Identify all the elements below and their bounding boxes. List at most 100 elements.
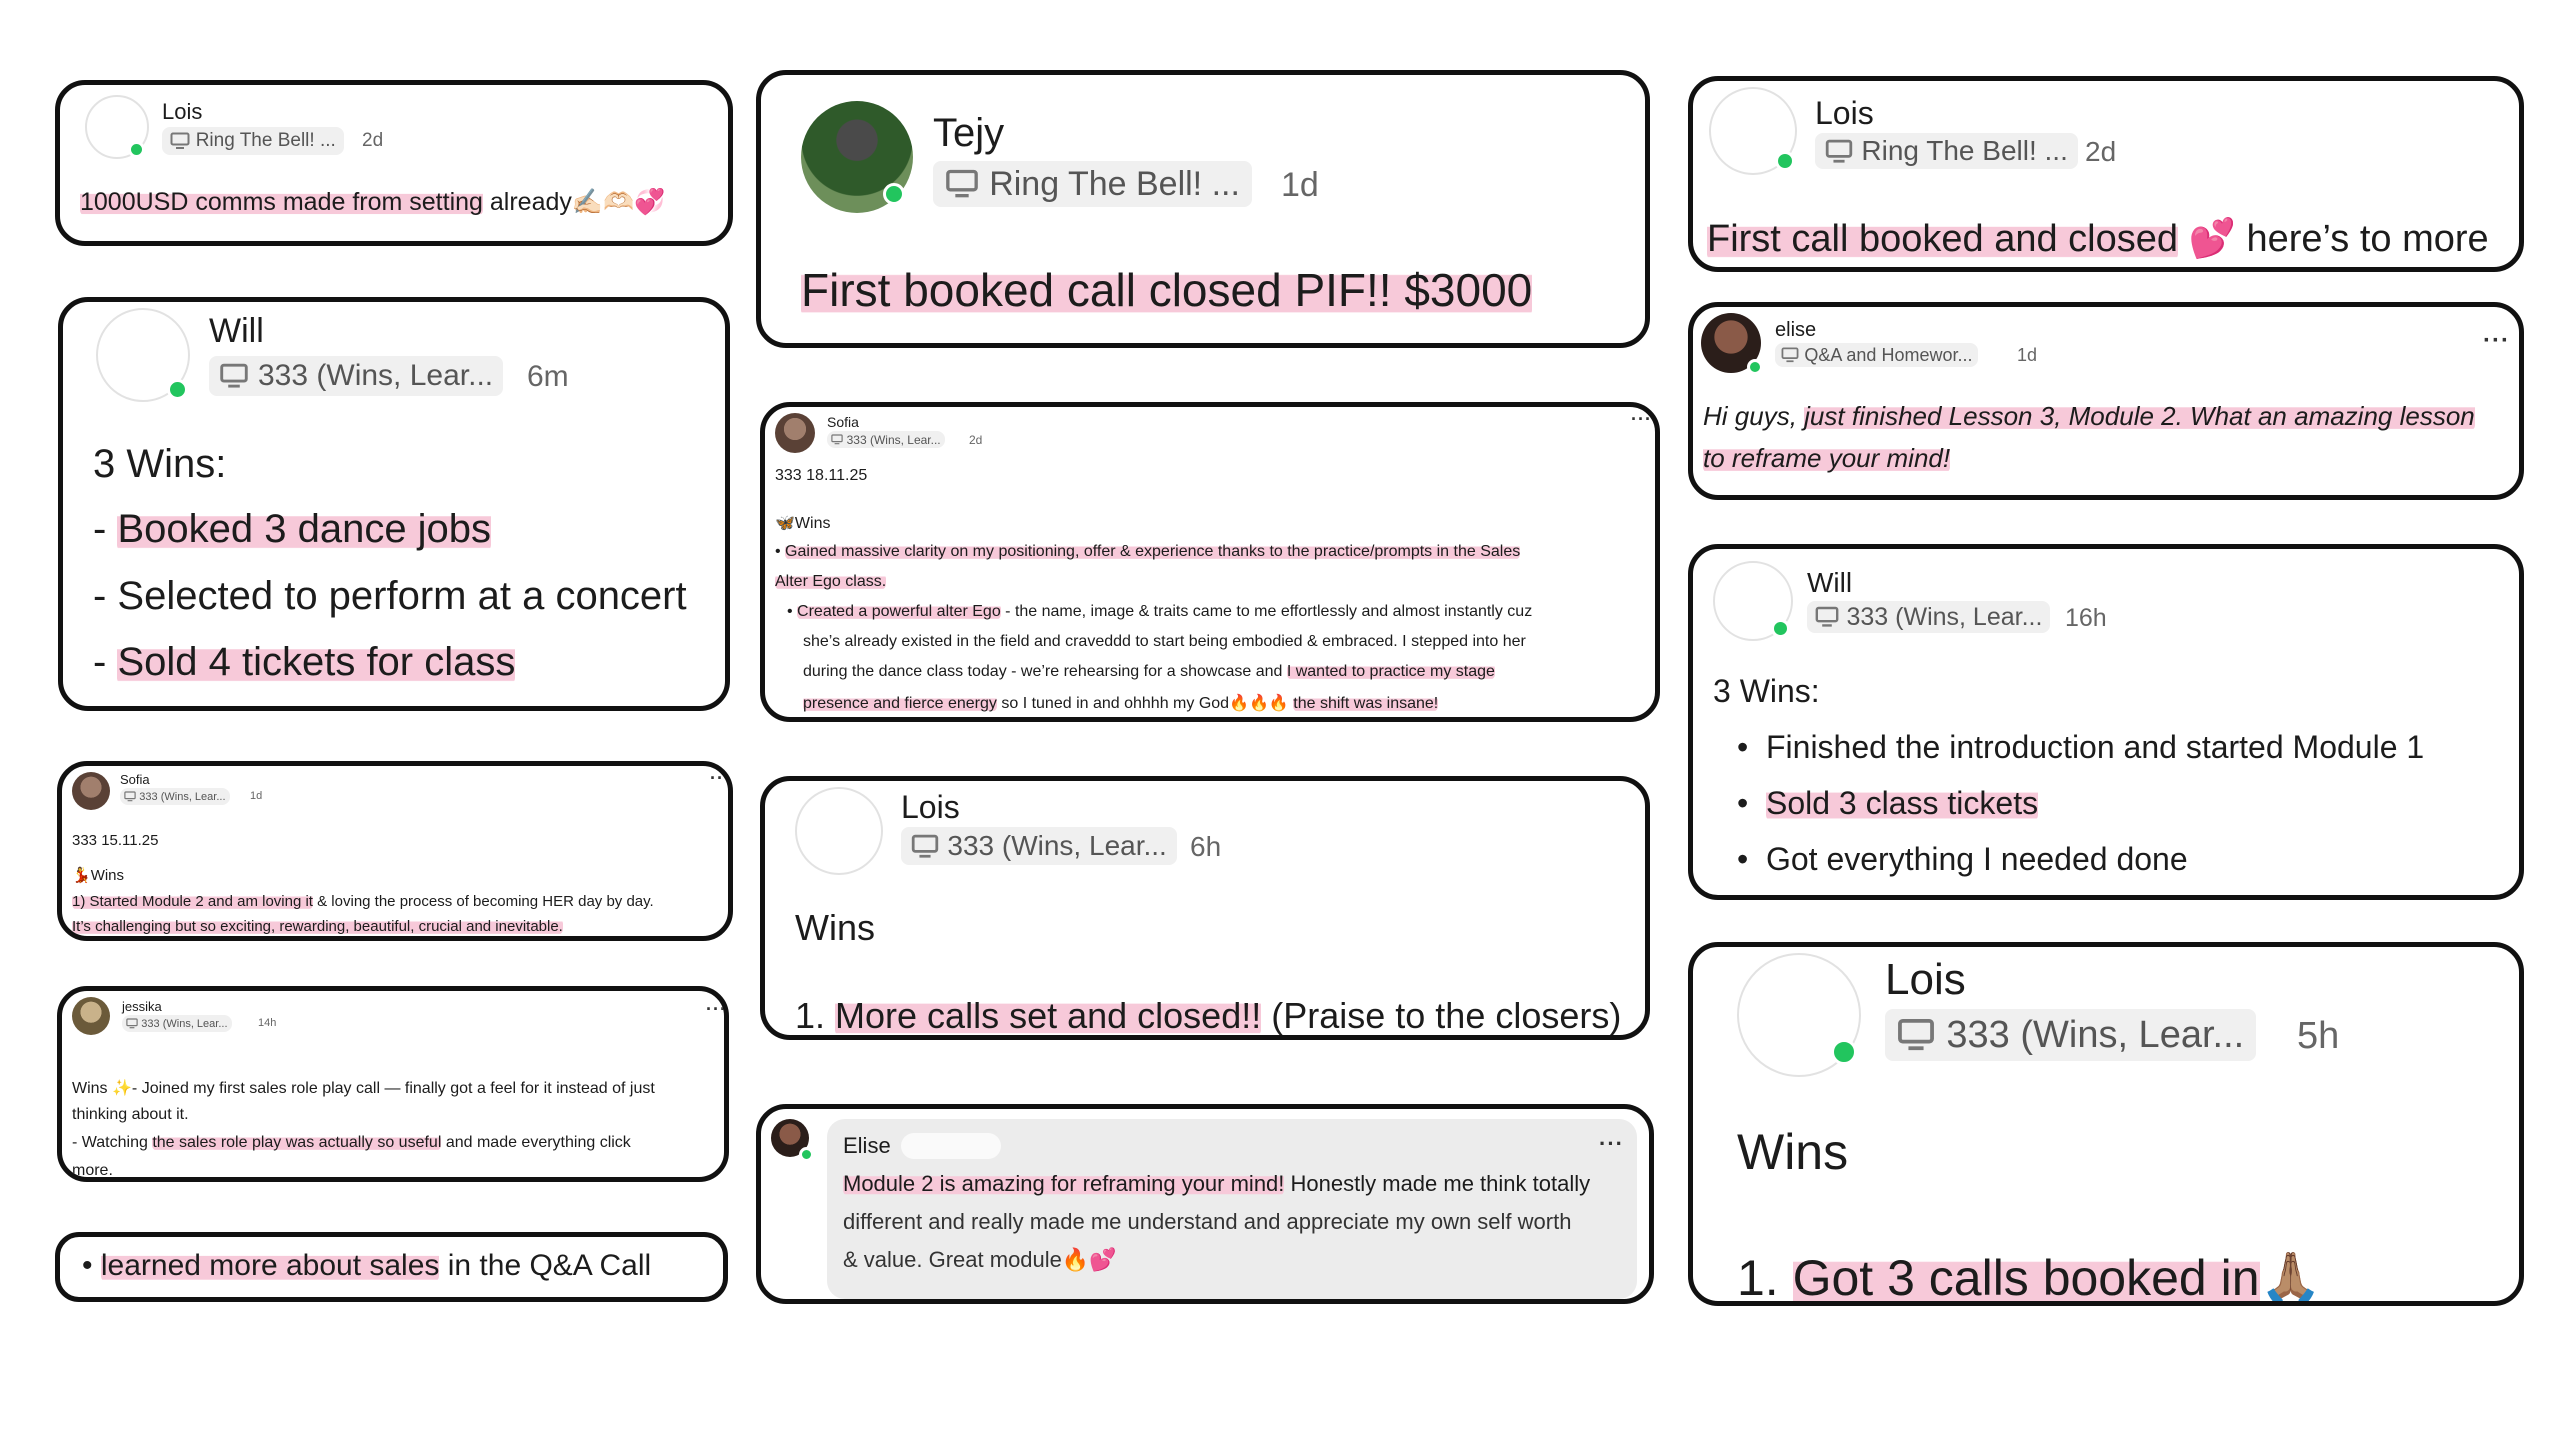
post-age: 1d bbox=[1281, 166, 1319, 204]
channel-name: Ring The Bell! ... bbox=[989, 164, 1240, 203]
comment-line-1: Module 2 is amazing for reframing your m… bbox=[843, 1171, 1591, 1196]
channel-chip[interactable]: 333 (Wins, Lear... bbox=[901, 827, 1177, 865]
more-options-icon[interactable]: ··· bbox=[1631, 409, 1652, 430]
avatar[interactable] bbox=[72, 772, 110, 810]
win-line-1: 1. Got 3 calls booked in🙏🏽 bbox=[1737, 1250, 2322, 1306]
more-options-icon[interactable]: ··· bbox=[706, 999, 724, 1020]
post-text-line-4: she’s already existed in the field and c… bbox=[803, 633, 1526, 650]
avatar[interactable] bbox=[795, 787, 883, 875]
channel-name: Ring The Bell! ... bbox=[1861, 135, 2068, 166]
post-age: 2d bbox=[969, 433, 983, 447]
post-title: Wins bbox=[1737, 1124, 1849, 1180]
author-name[interactable]: Will bbox=[209, 312, 264, 351]
post-age: 6m bbox=[527, 360, 569, 393]
channel-name: Q&A and Homewor... bbox=[1804, 344, 1973, 365]
post-text-line-4: more. bbox=[72, 1162, 113, 1179]
bullet-line-2: • Sold 3 class tickets bbox=[1737, 785, 2039, 821]
post-card-sofia-18-11[interactable]: Sofia 333 (Wins, Lear... 2d ··· 333 18.1… bbox=[760, 402, 1660, 722]
post-age: 2d bbox=[362, 130, 384, 151]
post-card-lois-ring-bell[interactable]: Lois Ring The Bell! ... 2d 1000USD comms… bbox=[55, 80, 733, 246]
author-name[interactable]: Lois bbox=[162, 99, 202, 125]
post-age: 1d bbox=[2017, 345, 2038, 365]
win-line-1: - Booked 3 dance jobs bbox=[93, 507, 492, 551]
avatar[interactable] bbox=[72, 997, 110, 1035]
post-card-lois-5h[interactable]: Lois 333 (Wins, Lear... 5h Wins 1. Got 3… bbox=[1688, 942, 2524, 1306]
author-name[interactable]: Sofia bbox=[827, 414, 859, 430]
author-name[interactable]: Will bbox=[1807, 567, 1852, 599]
post-text-line-2: to reframe your mind! bbox=[1703, 443, 1951, 473]
emoji: 🙏🏽 bbox=[2259, 1250, 2322, 1306]
post-text: 1000USD comms made from setting already✍… bbox=[80, 188, 666, 216]
online-status-icon bbox=[883, 183, 905, 205]
post-card-lois-first-call[interactable]: Lois Ring The Bell! ... 2d First call bo… bbox=[1688, 76, 2524, 272]
emoji: 💕 bbox=[2178, 218, 2236, 260]
post-age: 1d bbox=[250, 790, 263, 802]
monitor-icon bbox=[911, 834, 939, 859]
channel-chip[interactable]: 333 (Wins, Lear... bbox=[1885, 1009, 2257, 1061]
more-options-icon[interactable]: ··· bbox=[2483, 327, 2510, 355]
post-text: • learned more about sales in the Q&A Ca… bbox=[82, 1249, 652, 1282]
channel-chip[interactable]: 333 (Wins, Lear... bbox=[209, 356, 504, 396]
channel-chip[interactable]: Ring The Bell! ... bbox=[1815, 133, 2078, 169]
channel-chip[interactable]: Ring The Bell! ... bbox=[933, 161, 1252, 207]
post-card-jessika[interactable]: jessika 333 (Wins, Lear... 14h ··· Wins … bbox=[57, 986, 729, 1182]
channel-chip[interactable]: 333 (Wins, Lear... bbox=[120, 788, 230, 805]
more-options-icon[interactable]: ··· bbox=[1599, 1131, 1624, 1157]
author-name[interactable]: Lois bbox=[901, 789, 960, 826]
channel-chip[interactable]: Ring The Bell! ... bbox=[162, 127, 344, 155]
author-name[interactable]: Lois bbox=[1815, 95, 1874, 132]
post-date-line: 333 18.11.25 bbox=[775, 467, 868, 484]
channel-name: 333 (Wins, Lear... bbox=[1846, 602, 2043, 631]
dancer-emoji: 💃 bbox=[72, 867, 91, 884]
post-card-tejy[interactable]: Tejy Ring The Bell! ... 1d First booked … bbox=[756, 70, 1650, 348]
win-line-1: 1. More calls set and closed!! (Praise t… bbox=[795, 995, 1622, 1036]
monitor-icon bbox=[124, 791, 136, 802]
more-options-icon[interactable]: ··· bbox=[710, 768, 728, 789]
post-card-elise-comment[interactable]: Elise ··· Module 2 is amazing for refram… bbox=[756, 1104, 1654, 1304]
online-status-icon bbox=[799, 1147, 814, 1162]
author-name[interactable]: Sofia bbox=[120, 772, 150, 787]
author-name[interactable]: jessika bbox=[122, 999, 162, 1014]
post-date-line: 333 15.11.25 bbox=[72, 832, 159, 849]
online-status-icon bbox=[167, 379, 188, 400]
post-text-line-2: Alter Ego class. bbox=[775, 573, 887, 590]
monitor-icon bbox=[945, 169, 979, 199]
channel-name: 333 (Wins, Lear... bbox=[1946, 1013, 2245, 1056]
channel-name: 333 (Wins, Lear... bbox=[846, 432, 941, 447]
emoji: ✍🏻🫶🏻💞 bbox=[571, 188, 666, 216]
post-text-line-1: Wins ✨- Joined my first sales role play … bbox=[72, 1080, 655, 1097]
post-age: 2d bbox=[2085, 136, 2117, 167]
post-text-line-1: 1) Started Module 2 and am loving it & l… bbox=[72, 893, 654, 910]
bullet-line-1: • Finished the introduction and started … bbox=[1737, 729, 2425, 765]
monitor-icon bbox=[831, 434, 843, 445]
post-title: 3 Wins: bbox=[1713, 673, 1820, 709]
post-card-lois-wins-6h[interactable]: Lois 333 (Wins, Lear... 6h Wins 1. More … bbox=[760, 776, 1650, 1040]
monitor-icon bbox=[1815, 606, 1839, 628]
author-name[interactable]: Lois bbox=[1885, 955, 1966, 1005]
win-line-2: - Selected to perform at a concert bbox=[93, 574, 687, 618]
channel-chip[interactable]: Q&A and Homewor... bbox=[1775, 343, 1979, 367]
post-text-line-1: Hi guys, just finished Lesson 3, Module … bbox=[1703, 401, 2475, 431]
channel-chip[interactable]: 333 (Wins, Lear... bbox=[1807, 601, 2051, 633]
author-name[interactable]: Tejy bbox=[933, 111, 1004, 156]
post-title: Wins bbox=[795, 907, 875, 948]
monitor-icon bbox=[1897, 1018, 1935, 1052]
win-line-3: - Sold 4 tickets for class bbox=[93, 640, 516, 684]
monitor-icon bbox=[126, 1018, 138, 1029]
post-age: 14h bbox=[258, 1017, 277, 1029]
comment-line-2: different and really made me understand … bbox=[843, 1209, 1572, 1234]
post-card-qa-call[interactable]: • learned more about sales in the Q&A Ca… bbox=[55, 1232, 728, 1302]
author-name[interactable]: elise bbox=[1775, 319, 1816, 342]
channel-chip[interactable]: 333 (Wins, Lear... bbox=[122, 1015, 232, 1032]
post-text-line-3: • Created a powerful alter Ego - the nam… bbox=[787, 603, 1533, 620]
avatar[interactable] bbox=[775, 413, 815, 453]
channel-name: 333 (Wins, Lear... bbox=[141, 1017, 228, 1030]
wins-label: 💃Wins bbox=[72, 867, 125, 884]
channel-chip[interactable]: 333 (Wins, Lear... bbox=[827, 431, 945, 448]
author-name[interactable]: Elise bbox=[843, 1133, 891, 1159]
post-card-will-16h[interactable]: Will 333 (Wins, Lear... 16h 3 Wins: • Fi… bbox=[1688, 544, 2524, 900]
post-card-sofia-15-11[interactable]: Sofia 333 (Wins, Lear... 1d ··· 333 15.1… bbox=[57, 761, 733, 941]
post-card-elise-qa[interactable]: elise Q&A and Homewor... 1d ··· Hi guys,… bbox=[1688, 302, 2524, 500]
post-card-will-3-wins[interactable]: Will 333 (Wins, Lear... 6m 3 Wins: - Boo… bbox=[58, 297, 730, 711]
monitor-icon bbox=[1825, 139, 1853, 164]
